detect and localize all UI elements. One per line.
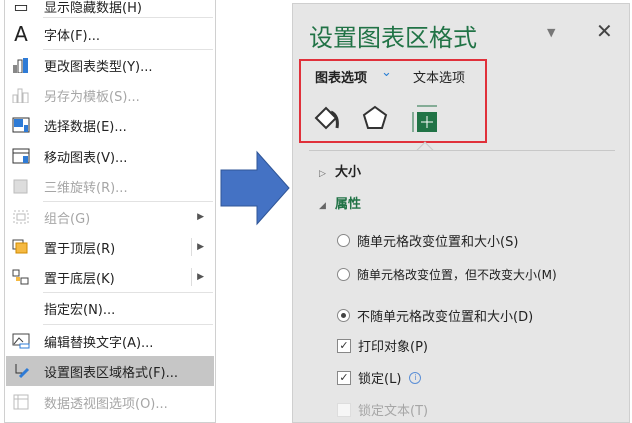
font-icon: A: [14, 22, 28, 46]
menu-item-change-chart-type[interactable]: 更改图表类型(Y)...: [6, 50, 214, 80]
pane-options-dropdown-icon[interactable]: ▼: [547, 26, 555, 39]
alt-text-icon: [6, 333, 36, 349]
3d-rotation-icon: [6, 178, 36, 194]
format-chart-area-icon: [6, 362, 36, 380]
menu-item-select-data[interactable]: 选择数据(E)...: [6, 110, 214, 140]
pane-title: 设置图表区格式: [309, 24, 477, 52]
menu-item-group[interactable]: 组合(G) ▶: [6, 202, 214, 232]
send-to-back-icon: [6, 269, 36, 285]
submenu-arrow-icon: ▶: [197, 272, 204, 282]
effects-icon[interactable]: [361, 104, 389, 134]
chart-type-icon: [6, 57, 36, 73]
menu-item-edit-alt-text[interactable]: 编辑替换文字(A)...: [6, 326, 214, 356]
expand-icon: ▷: [319, 169, 326, 179]
section-size[interactable]: ▷ 大小: [319, 161, 361, 180]
radio-move-dont-size[interactable]: 随单元格改变位置，但不改变大小(M): [337, 266, 557, 283]
section-properties[interactable]: ◢ 属性: [319, 193, 361, 212]
format-chart-area-pane: 设置图表区格式 ▼ ✕ 图表选项 ⌄ 文本选项 ▷ 大小 ◢ 属性 随单元格改变位置…: [292, 3, 630, 423]
size-properties-icon[interactable]: [411, 104, 439, 134]
menu-item-send-to-back[interactable]: 置于底层(K) ▶: [6, 262, 214, 292]
right-arrow: [220, 150, 290, 226]
menu-item-pivot-chart-options[interactable]: 数据透视图选项(O)...: [6, 387, 214, 417]
close-icon[interactable]: ✕: [596, 19, 613, 43]
info-icon[interactable]: i: [409, 371, 422, 384]
checkbox-lock-text[interactable]: 锁定文本(T): [337, 400, 428, 419]
menu-item-assign-macro[interactable]: 指定宏(N)...: [6, 293, 214, 323]
menu-item-font[interactable]: A 字体(F)...: [6, 19, 214, 49]
menu-item-format-chart-area[interactable]: 设置图表区域格式(F)...: [6, 356, 214, 386]
menu-item-save-template[interactable]: 另存为模板(S)...: [6, 80, 214, 110]
chevron-down-icon[interactable]: ⌄: [381, 65, 392, 80]
radio-move-and-size[interactable]: 随单元格改变位置和大小(S): [337, 231, 518, 250]
collapse-icon: ◢: [319, 201, 326, 211]
checkbox-locked[interactable]: ✓ 锁定(L) i: [337, 368, 422, 387]
fill-line-icon[interactable]: [313, 104, 341, 134]
tab-chart-options[interactable]: 图表选项: [315, 67, 367, 86]
menu-item-3d-rotation[interactable]: 三维旋转(R)...: [6, 171, 214, 201]
menu-item-bring-to-front[interactable]: 置于顶层(R) ▶: [6, 232, 214, 262]
move-chart-icon: [6, 148, 36, 164]
save-template-icon: [6, 87, 36, 103]
tab-text-options[interactable]: 文本选项: [413, 67, 465, 86]
radio-dont-move-or-size[interactable]: 不随单元格改变位置和大小(D): [337, 306, 533, 325]
submenu-arrow-icon: ▶: [197, 242, 204, 252]
group-icon: [6, 209, 36, 225]
menu-item-move-chart[interactable]: 移动图表(V)...: [6, 141, 214, 171]
context-menu: ▭ 显示隐藏数据(H) A 字体(F)... 更改图表类型(Y)... 另存为模板(…: [4, 0, 216, 423]
hidden-data-icon: ▭: [13, 0, 29, 16]
select-data-icon: [6, 117, 36, 133]
submenu-arrow-icon: ▶: [197, 212, 204, 222]
bring-to-front-icon: [6, 239, 36, 255]
pivot-chart-options-icon: [6, 394, 36, 410]
checkbox-print-object[interactable]: ✓ 打印对象(P): [337, 336, 428, 355]
